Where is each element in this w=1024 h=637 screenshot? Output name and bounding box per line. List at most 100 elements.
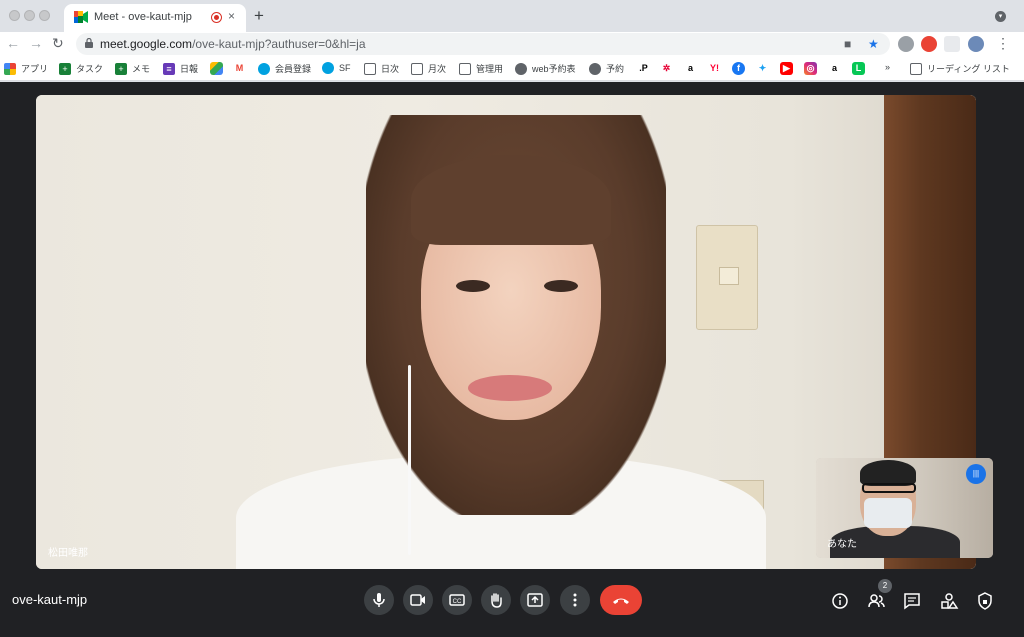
p-icon[interactable]: .P [637,62,650,75]
drive-icon[interactable] [210,62,223,75]
participant-eye-left [456,280,490,292]
chat-button[interactable] [902,591,922,611]
extensions-puzzle-icon[interactable] [944,36,960,52]
bookmark-label: SF [339,63,351,73]
bookmark-sf[interactable]: SF [322,62,351,74]
salesforce-icon [322,62,334,74]
present-button[interactable] [520,585,550,615]
extension-line-icon[interactable] [898,36,914,52]
self-glasses [862,483,916,493]
chat-icon [904,593,920,610]
bookmark-apps[interactable]: アプリ [4,62,48,75]
apps-grid-icon [4,62,16,75]
participant-bangs [411,155,611,245]
bookmark-reserve[interactable]: 予約 [589,62,624,75]
bookmark-label: メモ [132,64,151,74]
recording-indicator-icon [211,12,222,23]
camera-in-use-icon[interactable]: ■ [844,37,851,51]
address-bar[interactable]: meet.google.com/ove-kaut-mjp?authuser=0&… [76,33,890,55]
reload-icon[interactable]: ↻ [52,35,64,52]
youtube-icon[interactable]: ▶ [780,62,793,75]
twitter-icon[interactable]: ✦ [756,62,769,75]
instagram-icon[interactable]: ◎ [804,62,817,75]
mic-icon [373,593,385,607]
url-text: meet.google.com/ove-kaut-mjp?authuser=0&… [100,37,366,51]
video-light-switch [696,225,758,330]
activities-button[interactable] [939,591,959,611]
participant-lips [468,375,552,401]
reading-list-icon [910,62,922,75]
bookmark-label: 日次 [381,64,400,74]
a-icon[interactable]: a [684,62,697,75]
lock-icon [85,38,93,48]
meet-favicon-icon [74,11,88,23]
bookmark-label: タスク [76,64,104,74]
reading-list-label: リーディング リスト [927,64,1010,74]
forward-arrow-icon[interactable]: → [29,35,43,51]
globe-icon [515,62,527,75]
folder-icon [459,62,471,75]
audio-level-icon: ||| [966,464,986,484]
facebook-icon[interactable]: f [732,62,745,75]
people-button[interactable] [866,591,886,611]
tab-meet[interactable]: Meet - ove-kaut-mjp × [64,4,246,32]
captions-button[interactable]: CC [442,585,472,615]
bookmark-label: 月次 [428,64,447,74]
camera-button[interactable] [403,585,433,615]
bookmarks-overflow-button[interactable]: » [885,62,890,72]
bookmark-webres[interactable]: web予約表 [515,62,576,75]
bookmark-label: 会員登録 [275,64,312,74]
bookmark-daily[interactable]: ≡ 日報 [163,62,198,75]
bookmark-member[interactable]: 会員登録 [258,62,311,75]
green-app-icon[interactable]: L [852,62,865,75]
raise-hand-button[interactable] [481,585,511,615]
maximize-window-button[interactable] [39,10,50,21]
url-path: /ove-kaut-mjp?authuser=0&hl=ja [192,37,366,51]
rakuten-icon[interactable]: ✲ [660,62,673,75]
leave-call-button[interactable] [600,585,642,615]
bookmark-monthly[interactable]: 月次 [411,62,446,75]
host-controls-button[interactable] [975,591,995,611]
browser-menu-icon[interactable]: ⋮ [996,35,1010,52]
forms-icon: ≡ [163,62,175,75]
new-tab-button[interactable]: + [254,6,264,26]
close-window-button[interactable] [9,10,20,21]
bookmark-label: web予約表 [532,64,576,74]
self-mask [864,498,912,528]
sheets-icon: + [115,62,127,75]
back-arrow-icon[interactable]: ← [6,35,20,51]
reading-list-button[interactable]: リーディング リスト [910,62,1010,75]
minimize-window-button[interactable] [24,10,35,21]
bookmark-memo[interactable]: + メモ [115,62,150,75]
self-video-tile[interactable]: ||| あなた [816,458,993,558]
yahoo-icon[interactable]: Y! [708,62,721,75]
earphone-cable [408,365,411,555]
mic-button[interactable] [364,585,394,615]
more-options-button[interactable] [560,585,590,615]
gmail-icon[interactable]: M [233,62,246,75]
info-icon [832,593,848,609]
profile-avatar[interactable] [968,36,984,52]
people-icon [868,594,885,608]
bookmark-label: 日報 [180,64,199,74]
svg-text:CC: CC [453,599,462,605]
amazon-icon[interactable]: a [828,62,841,75]
bookmark-tasks[interactable]: + タスク [59,62,103,75]
meeting-info-button[interactable] [830,591,850,611]
bookmark-daily2[interactable]: 日次 [364,62,399,75]
bookmarks-bar: アプリ + タスク + メモ ≡ 日報 M 会員登録 SF 日次 月次 管理用 web… [0,57,1024,81]
captions-icon: CC [449,594,465,606]
tab-close-icon[interactable]: × [228,9,235,23]
main-participant-name: 松田唯那 [48,548,88,559]
extension-block-icon[interactable] [921,36,937,52]
participant-eye-right [544,280,578,292]
tab-search-icon[interactable]: ▾ [995,11,1006,22]
present-icon [527,593,543,607]
folder-icon [364,62,376,75]
sheets-icon: + [59,62,71,75]
bookmark-admin[interactable]: 管理用 [459,62,503,75]
bookmark-star-icon[interactable]: ★ [868,37,879,51]
hangup-icon [613,598,629,604]
bookmark-label: アプリ [21,64,49,74]
salesforce-icon [258,62,270,75]
